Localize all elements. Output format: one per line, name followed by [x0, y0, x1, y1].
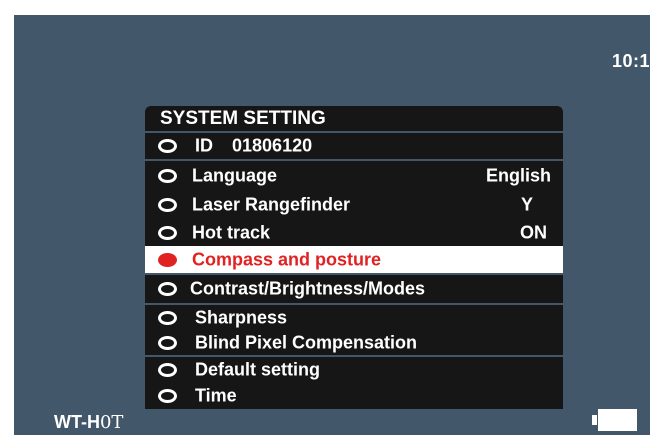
- radio-ring-icon: [158, 311, 177, 325]
- radio-ring-icon: [158, 225, 177, 240]
- radio-filled-icon: [158, 252, 177, 267]
- menu-item-blind-pixel-compensation[interactable]: Blind Pixel Compensation: [145, 331, 563, 355]
- menu-item-label: Laser Rangefinder: [192, 194, 351, 215]
- menu-item-label: Blind Pixel Compensation: [195, 332, 418, 353]
- device-screen: 10:15 SYSTEM SETTING ID 01806120 Languag…: [14, 15, 660, 435]
- menu-item-contrast-brightness-modes[interactable]: Contrast/Brightness/Modes: [145, 275, 563, 303]
- menu-title: SYSTEM SETTING: [145, 106, 563, 133]
- menu-item-value: Y: [520, 194, 533, 215]
- radio-ring-icon: [158, 282, 177, 296]
- menu-item-time[interactable]: Time: [145, 383, 563, 409]
- menu-item-label: Language: [192, 165, 278, 186]
- radio-ring-icon: [158, 389, 177, 403]
- menu-item-label: Contrast/Brightness/Modes: [190, 278, 426, 299]
- menu-item-compass-and-posture[interactable]: Compass and posture: [145, 246, 563, 273]
- system-setting-menu: SYSTEM SETTING ID 01806120 Language Engl…: [145, 106, 563, 409]
- radio-ring-icon: [158, 198, 177, 212]
- menu-item-label: Sharpness: [195, 307, 288, 328]
- menu-item-sharpness[interactable]: Sharpness: [145, 305, 563, 331]
- menu-item-label: Compass and posture: [192, 249, 382, 269]
- radio-ring-icon: [158, 336, 177, 350]
- id-label: ID: [195, 135, 213, 156]
- radio-ring-icon: [158, 139, 177, 153]
- menu-item-label: Default setting: [195, 359, 321, 380]
- menu-item-value: English: [485, 165, 551, 186]
- menu-item-language[interactable]: Language English: [145, 161, 563, 191]
- radio-ring-icon: [158, 169, 177, 183]
- id-value: 01806120: [232, 135, 313, 156]
- menu-item-default-setting[interactable]: Default setting: [145, 357, 563, 383]
- device-model-label: WT-H0T: [54, 412, 124, 433]
- menu-item-hot-track[interactable]: Hot track ON: [145, 219, 563, 246]
- menu-item-laser-rangefinder[interactable]: Laser Rangefinder Y: [145, 191, 563, 219]
- radio-ring-icon: [158, 363, 177, 377]
- menu-item-value: ON: [520, 222, 547, 242]
- clock: 10:15: [612, 51, 661, 71]
- menu-item-id[interactable]: ID 01806120: [145, 133, 563, 159]
- battery-full-icon: [592, 409, 637, 431]
- menu-item-label: Hot track: [192, 222, 271, 242]
- menu-item-label: Time: [195, 385, 237, 406]
